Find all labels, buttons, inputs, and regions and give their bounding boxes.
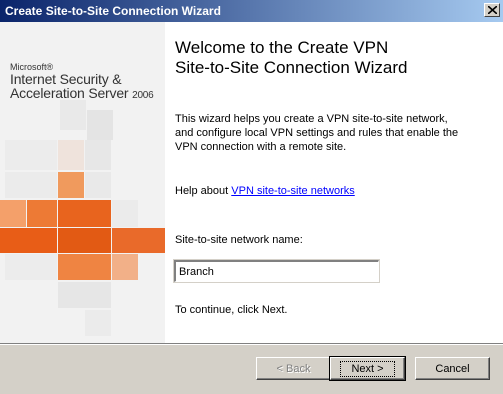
- banner-tile: [5, 140, 57, 170]
- banner-tile: [58, 140, 84, 170]
- banner-tile: [58, 282, 111, 308]
- wizard-content: Welcome to the Create VPN Site-to-Site C…: [165, 22, 503, 343]
- banner-tile: [58, 200, 111, 227]
- window-title: Create Site-to-Site Connection Wizard: [5, 4, 221, 18]
- banner-tile: [112, 254, 138, 280]
- banner-tile: [0, 200, 26, 227]
- help-prefix: Help about: [175, 185, 232, 197]
- banner-tile: [27, 200, 57, 227]
- next-button-label: Next >: [340, 360, 395, 377]
- banner-tile: [112, 228, 165, 253]
- banner-tile: [85, 310, 111, 336]
- banner-tile: [0, 228, 57, 253]
- banner-tile: [58, 172, 84, 198]
- product-logo: Microsoft® Internet Security & Accelerat…: [10, 62, 154, 103]
- banner-tile: [5, 254, 57, 280]
- continue-instruction: To continue, click Next.: [175, 304, 288, 316]
- banner-tile: [85, 140, 111, 170]
- banner-tile: [60, 100, 86, 130]
- logo-product-line1: Internet Security &: [10, 71, 122, 87]
- wizard-banner: Microsoft® Internet Security & Accelerat…: [0, 22, 165, 343]
- button-separator: [0, 343, 503, 345]
- banner-tile: [112, 200, 138, 227]
- back-button[interactable]: < Back: [256, 357, 331, 380]
- banner-tile: [58, 228, 111, 253]
- banner-tile: [58, 254, 111, 280]
- network-name-input[interactable]: [173, 259, 380, 283]
- back-button-label: < Back: [276, 362, 311, 375]
- logo-product-year: 2006: [132, 90, 154, 101]
- banner-tile: [87, 110, 113, 140]
- banner-tile: [85, 172, 111, 198]
- close-icon: [488, 6, 497, 14]
- cancel-button[interactable]: Cancel: [415, 357, 490, 380]
- banner-tile: [5, 172, 57, 198]
- help-line: Help about VPN site-to-site networks: [175, 185, 355, 197]
- next-button[interactable]: Next >: [329, 356, 406, 381]
- wizard-description: This wizard helps you create a VPN site-…: [175, 113, 459, 153]
- close-button[interactable]: [484, 3, 500, 17]
- cancel-button-label: Cancel: [435, 362, 470, 375]
- network-name-label: Site-to-site network name:: [175, 234, 303, 246]
- wizard-heading: Welcome to the Create VPN Site-to-Site C…: [175, 38, 408, 77]
- logo-product-line2: Acceleration Server: [10, 85, 129, 101]
- help-link[interactable]: VPN site-to-site networks: [231, 185, 354, 197]
- title-bar[interactable]: Create Site-to-Site Connection Wizard: [0, 0, 503, 22]
